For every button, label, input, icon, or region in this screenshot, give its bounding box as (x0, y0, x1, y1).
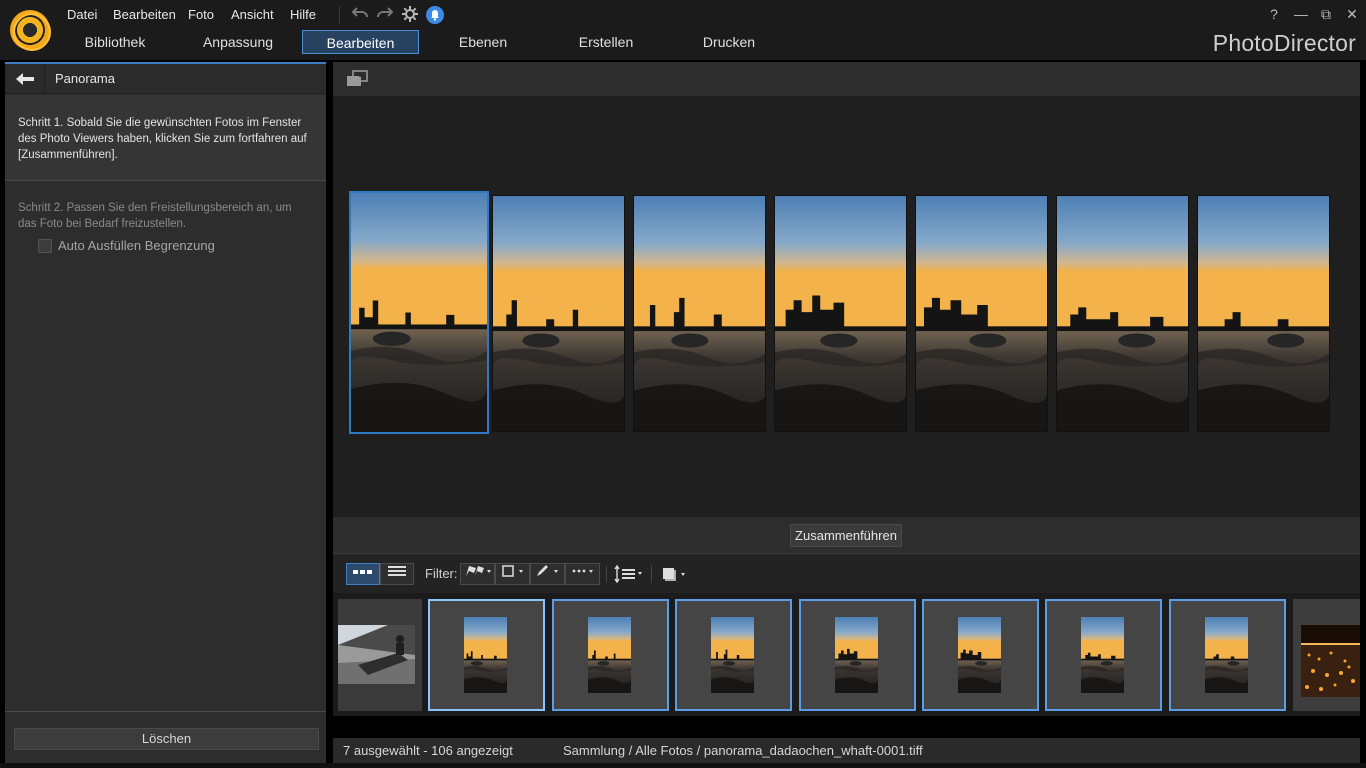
menu-bearbeiten[interactable]: Bearbeiten (113, 7, 176, 22)
filmstrip-thumbnail (835, 617, 878, 693)
merge-button[interactable]: Zusammenführen (790, 524, 902, 547)
filmstrip (333, 593, 1360, 716)
menu-hilfe[interactable]: Hilfe (290, 7, 316, 22)
sort-icon[interactable] (613, 563, 645, 585)
flag-filter-icon[interactable] (460, 563, 495, 585)
filmstrip-thumbnail (1081, 617, 1124, 693)
stack-icon[interactable] (661, 563, 689, 585)
close-button[interactable]: ✕ (1342, 4, 1362, 24)
step1-text: Schritt 1. Sobald Sie die gewünschten Fo… (5, 95, 326, 181)
delete-button[interactable]: Löschen (14, 728, 319, 750)
filmstrip-item[interactable] (675, 599, 792, 711)
tab-erstellen[interactable]: Erstellen (563, 30, 649, 54)
selection-status: 7 ausgewählt - 106 angezeigt (343, 743, 513, 758)
panorama-photo[interactable] (633, 195, 766, 432)
panel-divider (5, 711, 326, 712)
tab-ebenen[interactable]: Ebenen (440, 30, 526, 54)
filmstrip-item[interactable] (428, 599, 545, 711)
grid-view-icon[interactable] (346, 563, 380, 585)
file-path: Sammlung / Alle Fotos / panorama_dadaoch… (563, 743, 923, 758)
window-bottom-edge (0, 763, 1366, 768)
tab-anpassung[interactable]: Anpassung (190, 30, 286, 54)
filmstrip-thumbnail (338, 625, 415, 684)
filmstrip-item[interactable] (1045, 599, 1162, 711)
step2-text: Schritt 2. Passen Sie den Freistellungsb… (18, 202, 292, 230)
viewer-toolbar (333, 62, 1360, 97)
color-label-filter-icon[interactable] (495, 563, 530, 585)
edit-filter-icon[interactable] (530, 563, 565, 585)
help-button[interactable]: ? (1264, 4, 1284, 24)
redo-icon[interactable] (375, 5, 395, 25)
compare-view-icon[interactable] (346, 70, 370, 91)
panorama-photo[interactable] (492, 195, 625, 432)
filmstrip-item[interactable] (799, 599, 916, 711)
panorama-photo[interactable] (774, 195, 907, 432)
filmstrip-item[interactable] (338, 599, 422, 711)
title-bar: Datei Bearbeiten Foto Ansicht Hilfe ? — … (0, 0, 1366, 60)
filmstrip-item[interactable] (1169, 599, 1286, 711)
auto-fill-checkbox[interactable] (38, 239, 52, 253)
panel-header: Panorama (5, 64, 326, 94)
panorama-panel: Panorama Schritt 1. Sobald Sie die gewün… (5, 62, 326, 763)
toolbar-divider (651, 565, 652, 583)
minimize-button[interactable]: — (1291, 4, 1311, 24)
menu-ansicht[interactable]: Ansicht (231, 7, 274, 22)
app-brand: PhotoDirector (1212, 30, 1356, 56)
panorama-photo[interactable] (915, 195, 1048, 432)
filmstrip-thumbnail (1301, 625, 1360, 697)
panorama-photo[interactable] (1197, 195, 1330, 432)
panel-title: Panorama (55, 71, 115, 86)
tab-drucken[interactable]: Drucken (686, 30, 772, 54)
settings-icon[interactable] (400, 5, 420, 25)
restore-button[interactable]: ⧉ (1316, 4, 1336, 24)
filter-label: Filter: (425, 566, 458, 581)
merge-bar: Zusammenführen (333, 517, 1360, 553)
filter-toolbar: Filter: (333, 553, 1360, 593)
auto-fill-label: Auto Ausfüllen Begrenzung (58, 238, 215, 253)
menu-datei[interactable]: Datei (67, 7, 97, 22)
tab-bibliothek[interactable]: Bibliothek (68, 30, 162, 54)
filmstrip-item[interactable] (922, 599, 1039, 711)
undo-icon[interactable] (350, 5, 370, 25)
panorama-photo[interactable] (349, 191, 489, 434)
filmstrip-item[interactable] (1293, 599, 1360, 711)
toolbar-divider (606, 565, 607, 583)
status-bar: 7 ausgewählt - 106 angezeigt Sammlung / … (333, 738, 1360, 763)
tab-bearbeiten[interactable]: Bearbeiten (302, 30, 419, 54)
app-logo (10, 10, 51, 51)
back-arrow-icon[interactable] (5, 64, 45, 94)
photo-viewer (333, 97, 1360, 517)
panorama-photo[interactable] (1056, 195, 1189, 432)
filmstrip-thumbnail (711, 617, 754, 693)
more-filter-icon[interactable] (565, 563, 600, 585)
menu-divider (339, 6, 340, 24)
filmstrip-thumbnail (1205, 617, 1248, 693)
list-view-icon[interactable] (380, 563, 414, 585)
filmstrip-thumbnail (588, 617, 631, 693)
filmstrip-thumbnail (958, 617, 1001, 693)
filmstrip-item[interactable] (552, 599, 669, 711)
notification-icon[interactable] (426, 6, 444, 24)
menu-foto[interactable]: Foto (188, 7, 214, 22)
filmstrip-thumbnail (464, 617, 507, 693)
